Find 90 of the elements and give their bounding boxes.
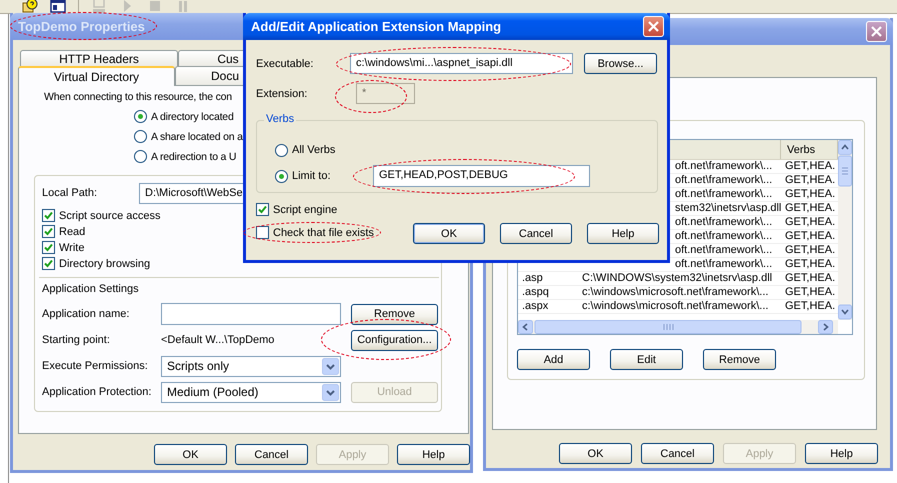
checkbox-label: Check that file exists bbox=[273, 226, 374, 238]
value-text: <Default W...\TopDemo bbox=[161, 334, 276, 346]
group-label: Verbs bbox=[264, 113, 296, 125]
button[interactable]: Help bbox=[805, 443, 878, 464]
table-cell-text: oft.net\framework\... bbox=[674, 174, 774, 187]
button[interactable]: Remove bbox=[351, 304, 438, 324]
checkbox-label: Script source access bbox=[59, 210, 160, 222]
checkbox[interactable] bbox=[42, 241, 55, 254]
table-cell-text: oft.net\framework\... bbox=[674, 160, 774, 173]
description-text: When connecting to this resource, the con bbox=[44, 91, 232, 105]
text-field[interactable]: GET,HEAD,POST,DEBUG bbox=[373, 165, 590, 187]
field-label: Application name: bbox=[42, 308, 130, 320]
radio-button[interactable] bbox=[275, 144, 288, 156]
radio-button[interactable] bbox=[275, 170, 288, 182]
table-cell-text: c:\windows\microsoft.net\framework\... bbox=[581, 286, 770, 299]
field-label: Local Path: bbox=[42, 187, 98, 199]
checkbox-label: Directory browsing bbox=[59, 258, 150, 270]
button[interactable]: Configuration... bbox=[351, 330, 438, 350]
button[interactable]: Cancel bbox=[500, 223, 572, 244]
window-title: TopDemo Properties bbox=[18, 19, 145, 34]
window-icon[interactable] bbox=[50, 0, 66, 13]
checkbox[interactable] bbox=[42, 209, 55, 222]
dropdown-value: Medium (Pooled) bbox=[167, 385, 258, 399]
table-cell-text: GET,HEA. bbox=[784, 160, 836, 173]
table-cell-text: GET,HEA. bbox=[784, 300, 836, 313]
radio-button[interactable] bbox=[134, 130, 147, 143]
table-cell-text: GET,HEA. bbox=[784, 230, 836, 243]
field-label: Starting point: bbox=[42, 334, 111, 346]
tab[interactable]: HTTP Headers bbox=[20, 50, 178, 66]
table-cell-text: GET,HEA. bbox=[784, 272, 836, 285]
checkbox[interactable] bbox=[42, 225, 55, 238]
table-cell-text: oft.net\framework\... bbox=[674, 188, 774, 201]
checkbox[interactable] bbox=[42, 257, 55, 270]
radio-label: A directory located bbox=[151, 110, 234, 122]
checkbox[interactable] bbox=[256, 226, 269, 239]
close-button[interactable] bbox=[643, 16, 664, 37]
table-cell-text: C:\WINDOWS\system32\inetsrv\asp.dll bbox=[581, 272, 774, 285]
table-cell-text: .aspq bbox=[521, 286, 550, 299]
button[interactable]: Edit bbox=[610, 349, 683, 370]
table-cell-text: oft.net\framework\... bbox=[674, 230, 774, 243]
radio-button[interactable] bbox=[134, 110, 147, 123]
table-cell-text: oft.net\framework\... bbox=[674, 216, 774, 229]
button[interactable]: Cancel bbox=[235, 444, 308, 465]
table-cell-text: GET,HEA. bbox=[784, 174, 836, 187]
field-label: Application Protection: bbox=[42, 386, 152, 398]
vertical-scrollbar[interactable] bbox=[838, 140, 852, 320]
dropdown-value: Scripts only bbox=[167, 359, 230, 373]
field-label: Extension: bbox=[256, 88, 308, 100]
button[interactable]: OK bbox=[154, 444, 227, 465]
button[interactable]: Remove bbox=[703, 349, 776, 370]
tab[interactable]: Virtual Directory bbox=[18, 66, 175, 86]
close-button[interactable] bbox=[866, 21, 887, 42]
table-cell-text: stem32\inetsrv\asp.dll bbox=[674, 202, 781, 215]
table-cell-text: GET,HEA. bbox=[784, 286, 836, 299]
table-cell-text: GET,HEA. bbox=[784, 216, 836, 229]
table-cell-text: .asp bbox=[521, 272, 544, 285]
help-icon[interactable] bbox=[22, 0, 38, 13]
checkbox-label: Read bbox=[59, 226, 86, 238]
table-cell-text: GET,HEA. bbox=[784, 258, 836, 271]
radio-label: All Verbs bbox=[292, 144, 336, 156]
text-field[interactable]: c:\windows\mi...\aspnet_isapi.dll bbox=[350, 53, 573, 74]
text-field[interactable] bbox=[161, 303, 341, 325]
radio-button[interactable] bbox=[134, 150, 147, 163]
checkbox-label: Write bbox=[59, 242, 84, 254]
button[interactable]: Help bbox=[587, 223, 659, 244]
button[interactable]: Add bbox=[517, 349, 590, 370]
horizontal-scrollbar[interactable] bbox=[518, 320, 838, 334]
button[interactable]: Help bbox=[397, 444, 470, 465]
table-cell-text: GET,HEA. bbox=[784, 188, 836, 201]
text-field: * bbox=[356, 83, 415, 104]
checkbox[interactable] bbox=[256, 203, 269, 216]
radio-label: A share located on a bbox=[151, 130, 243, 142]
table-cell-text: oft.net\framework\... bbox=[674, 244, 774, 257]
checkbox-label: Script engine bbox=[273, 204, 338, 216]
button[interactable]: OK bbox=[413, 223, 485, 244]
table-cell-text: .aspx bbox=[521, 300, 550, 313]
button[interactable]: OK bbox=[559, 443, 632, 464]
dropdown[interactable]: Scripts only bbox=[161, 356, 341, 376]
button[interactable]: Browse... bbox=[584, 53, 657, 74]
radio-label: Limit to: bbox=[292, 170, 332, 182]
table-cell-text: GET,HEA. bbox=[784, 202, 836, 215]
table-cell-text: c:\windows\microsoft.net\framework\... bbox=[581, 300, 770, 313]
section-heading: Application Settings bbox=[42, 283, 140, 295]
dropdown[interactable]: Medium (Pooled) bbox=[161, 382, 341, 402]
radio-label: A redirection to a U bbox=[151, 150, 236, 162]
button[interactable]: Cancel bbox=[641, 443, 714, 464]
field-label: Execute Permissions: bbox=[42, 360, 149, 372]
table-cell-text: GET,HEA. bbox=[784, 244, 836, 257]
table-cell-text: oft.net\framework\... bbox=[674, 258, 774, 271]
window-title: Add/Edit Application Extension Mapping bbox=[251, 19, 502, 34]
